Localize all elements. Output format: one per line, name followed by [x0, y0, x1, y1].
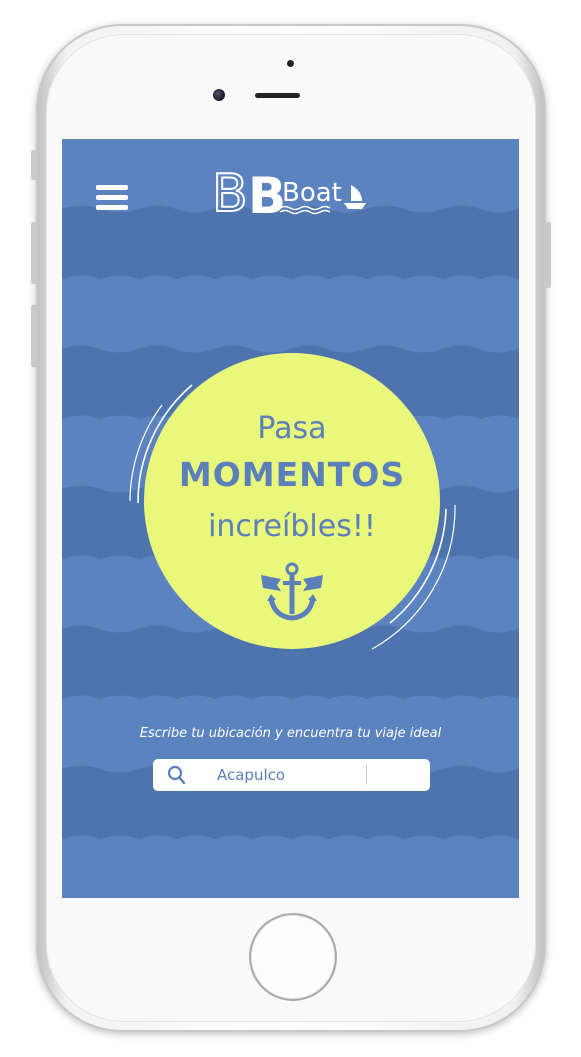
hero-badge: Pasa MOMENTOS increíbles!! [122, 333, 462, 673]
location-search-box[interactable] [153, 759, 430, 791]
search-tagline: Escribe tu ubicación y encuentra tu viaj… [139, 726, 442, 741]
app-screen: B B Boat Pasa MOMENTOS increíbles!! Escr… [62, 139, 519, 898]
mute-switch [31, 150, 37, 180]
volume-down-button [31, 305, 37, 367]
search-divider [366, 765, 367, 785]
front-camera [213, 89, 225, 101]
volume-up-button [31, 222, 37, 284]
hero-line-momentos: MOMENTOS [178, 455, 406, 494]
sailboat-icon [344, 185, 366, 209]
logo-letter-outline: B [212, 164, 248, 219]
power-button [545, 222, 551, 288]
app-logo: B B Boat [210, 161, 375, 225]
anchor-icon [257, 561, 327, 623]
search-icon[interactable] [167, 765, 187, 785]
hero-line-pasa: Pasa [257, 411, 327, 446]
location-search-input[interactable] [217, 763, 357, 787]
logo-text: Boat [282, 178, 342, 208]
hamburger-menu-icon[interactable] [96, 185, 128, 211]
proximity-sensor [287, 60, 294, 67]
home-button[interactable] [249, 913, 337, 1001]
hero-line-increibles: increíbles!! [208, 509, 376, 544]
earpiece-speaker [255, 93, 300, 98]
